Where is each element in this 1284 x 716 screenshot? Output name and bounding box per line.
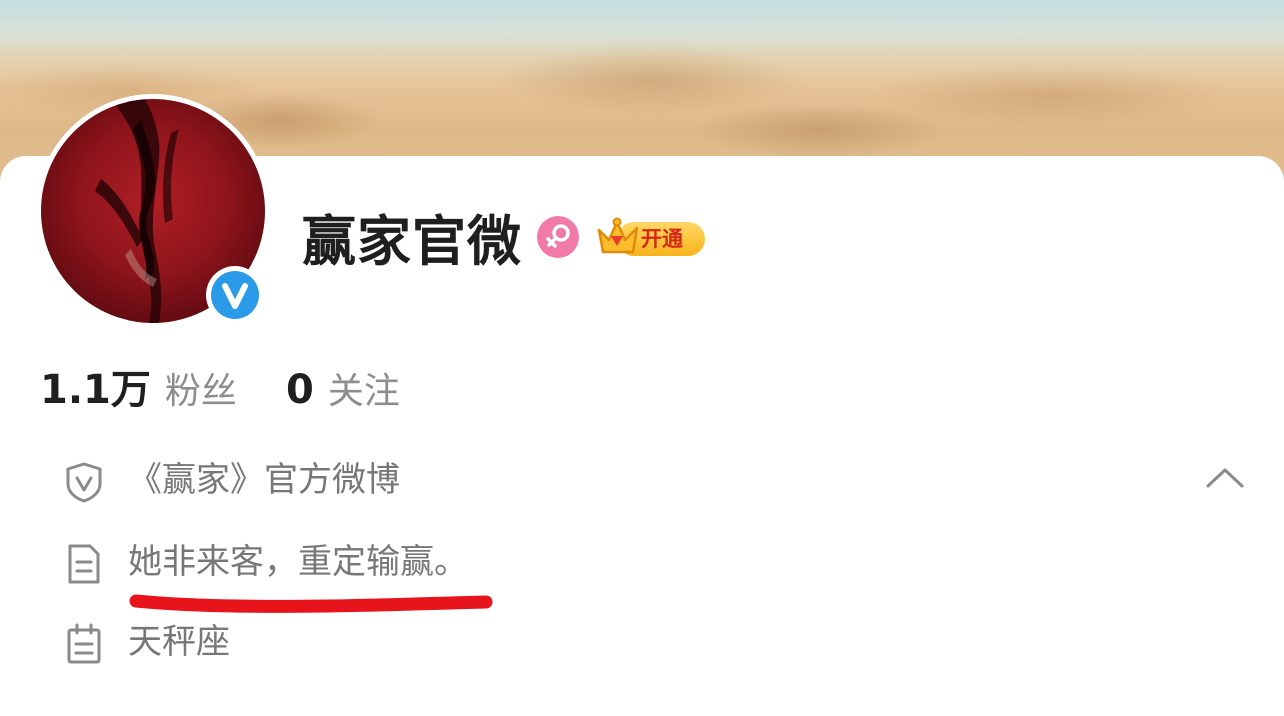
vip-badge-label: 开通: [641, 227, 683, 251]
following-stat[interactable]: 0 关注: [286, 360, 400, 428]
crown-icon: [597, 217, 639, 254]
verified-badge-icon: [206, 266, 264, 324]
following-count: 0: [286, 367, 314, 413]
collapse-chevron-up-icon[interactable]: [1204, 462, 1246, 492]
shield-verified-icon: [62, 460, 106, 504]
zodiac-text: 天秤座: [128, 622, 230, 662]
document-icon: [62, 542, 106, 586]
followers-stat[interactable]: 1.1万 粉丝: [40, 360, 237, 428]
zodiac-row: 天秤座: [62, 612, 862, 672]
followers-count: 1.1万: [40, 367, 151, 413]
bio-text: 她非来客，重定输赢。: [128, 542, 468, 582]
profile-name: 赢家官微: [302, 210, 522, 273]
followers-label: 粉丝: [164, 371, 237, 412]
verification-row[interactable]: 《赢家》官方微博: [62, 450, 862, 510]
bio-row: 她非来客，重定输赢。: [62, 532, 862, 592]
female-icon: [537, 216, 579, 258]
vip-open-button[interactable]: 开通: [595, 214, 707, 260]
following-label: 关注: [327, 371, 400, 412]
calendar-icon: [62, 622, 106, 666]
verification-text: 《赢家》官方微博: [128, 460, 400, 500]
